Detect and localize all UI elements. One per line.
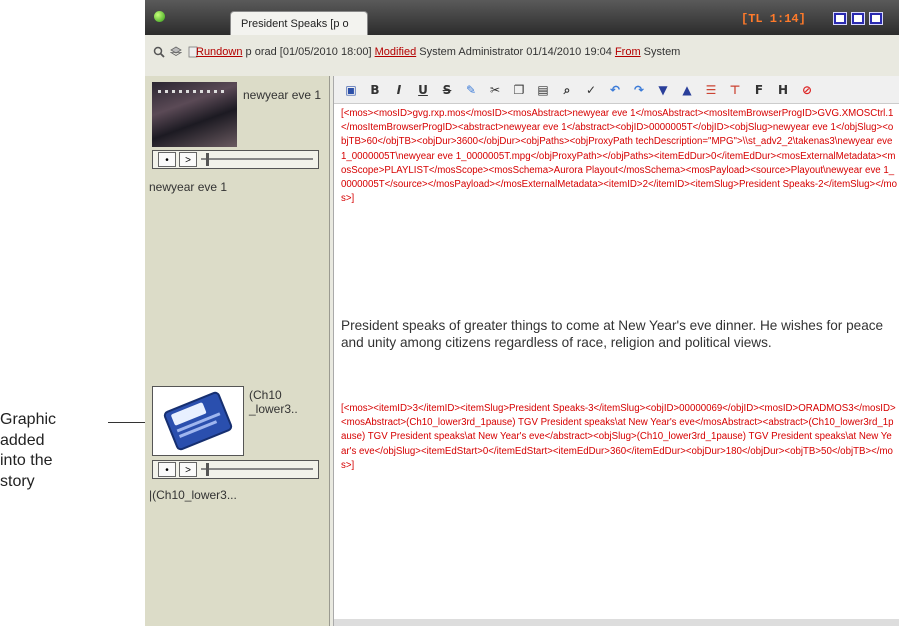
modified-link[interactable]: Modified <box>375 46 417 58</box>
from-detail: System <box>643 46 681 58</box>
horizontal-scrollbar[interactable] <box>334 619 899 626</box>
graphic-play-button[interactable]: • <box>158 462 176 477</box>
modified-detail: System Administrator 01/14/2010 19:04 <box>419 46 612 58</box>
mos-object-2[interactable]: [<mos><itemID>3</itemID><itemSlug>Presid… <box>341 402 897 473</box>
bold-icon[interactable]: B <box>365 80 385 100</box>
next-button[interactable]: > <box>179 152 197 167</box>
mos-object-1[interactable]: [<mos><mosID>gvg.rxp.mos</mosID><mosAbst… <box>341 107 897 206</box>
graphic-scrub-handle[interactable] <box>206 463 209 476</box>
copy-icon[interactable]: ❐ <box>509 80 529 100</box>
rundown-link[interactable]: Rundown <box>196 46 242 58</box>
minimize-icon[interactable] <box>833 12 847 25</box>
highlight-icon[interactable]: ✎ <box>461 80 481 100</box>
callout-line-4: story <box>0 472 35 490</box>
media-column: newyear eve 1 • > newyear eve 1 (Ch10 _l… <box>145 76 330 626</box>
underline-icon[interactable]: U <box>413 80 433 100</box>
callout-line-2: added <box>0 431 45 449</box>
video-thumbnail[interactable] <box>152 82 237 147</box>
story-body[interactable]: President speaks of greater things to co… <box>341 317 897 351</box>
play-button[interactable]: • <box>158 152 176 167</box>
tab-icon[interactable]: ⊤ <box>725 80 745 100</box>
graphic-scrub-slider[interactable] <box>201 468 313 470</box>
graphic-thumb-label: (Ch10 _lower3.. <box>249 388 298 416</box>
graphic-caption: |(Ch10_lower3... <box>149 488 237 502</box>
italic-icon[interactable]: I <box>389 80 409 100</box>
move-up-icon[interactable]: ▲ <box>677 80 697 100</box>
callout-annotation: Graphic added into the story <box>0 410 56 492</box>
cut-icon[interactable]: ✂ <box>485 80 505 100</box>
rundown-detail: p orad [01/05/2010 18:00] <box>245 46 372 58</box>
video-caption: newyear eve 1 <box>149 180 228 194</box>
maximize-icon[interactable] <box>869 12 883 25</box>
find-icon[interactable]: ⌕ <box>557 80 577 100</box>
video-controls: • > <box>152 150 319 169</box>
story-editor-window: President Speaks [p o [TL 1:14] Rundown … <box>145 0 899 626</box>
scrub-slider[interactable] <box>201 158 313 160</box>
search-icon[interactable] <box>153 46 165 58</box>
spell-icon[interactable]: ✓ <box>581 80 601 100</box>
editor-toolbar: ▣ B I U S ✎ ✂ ❐ ▤ ⌕ ✓ ↶ ↷ ▼ ▲ ☰ ⊤ F H ⊘ <box>334 76 899 104</box>
story-metadata: Rundown p orad [01/05/2010 18:00] Modifi… <box>196 46 680 58</box>
line-icon[interactable]: ☰ <box>701 80 721 100</box>
undo-icon[interactable]: ↶ <box>605 80 625 100</box>
paste-icon[interactable]: ▤ <box>533 80 553 100</box>
title-bar: President Speaks [p o [TL 1:14] <box>145 0 899 35</box>
timecode-readout: [TL 1:14] <box>741 12 806 26</box>
story-editor[interactable]: ▣ B I U S ✎ ✂ ❐ ▤ ⌕ ✓ ↶ ↷ ▼ ▲ ☰ ⊤ F H ⊘ … <box>333 76 899 626</box>
stop-icon[interactable]: ⊘ <box>797 80 817 100</box>
graphic-thumbnail[interactable] <box>152 386 244 456</box>
media-card-icon <box>163 391 233 451</box>
save-icon[interactable]: ▣ <box>341 80 361 100</box>
video-thumb-label: newyear eve 1 <box>243 88 322 102</box>
from-link[interactable]: From <box>615 46 641 58</box>
window-controls <box>833 12 883 25</box>
move-down-icon[interactable]: ▼ <box>653 80 673 100</box>
layers-icon[interactable] <box>170 46 182 58</box>
graphic-controls: • > <box>152 460 319 479</box>
scrub-handle[interactable] <box>206 153 209 166</box>
status-indicator-icon <box>154 11 165 22</box>
footer-icon[interactable]: F <box>749 80 769 100</box>
restore-icon[interactable] <box>851 12 865 25</box>
tab-story[interactable]: President Speaks [p o <box>230 11 368 35</box>
callout-line-1: Graphic <box>0 411 57 428</box>
strike-icon[interactable]: S <box>437 80 457 100</box>
graphic-next-button[interactable]: > <box>179 462 197 477</box>
header-icon[interactable]: H <box>773 80 793 100</box>
redo-icon[interactable]: ↷ <box>629 80 649 100</box>
story-info-bar: Rundown p orad [01/05/2010 18:00] Modifi… <box>145 42 899 64</box>
callout-line-3: into the <box>0 452 53 469</box>
